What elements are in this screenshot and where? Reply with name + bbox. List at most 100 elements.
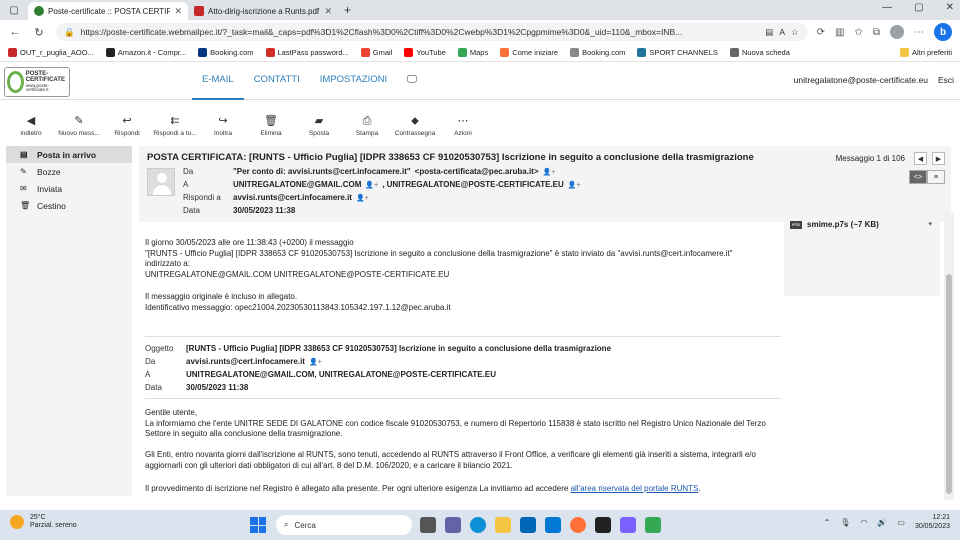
chevron-up-icon[interactable]: ⌃ (824, 518, 831, 527)
add-contact-icon[interactable]: 👤+ (356, 194, 369, 202)
reply-all-button[interactable]: ⇇ Rispondi a tu... (152, 115, 198, 137)
back-arrow-icon[interactable]: ← (8, 26, 22, 38)
nav-contacts[interactable]: CONTATTI (244, 63, 310, 100)
bookmark-item[interactable]: Maps (457, 48, 488, 57)
folder-inbox[interactable]: ▤ Posta in arrivo (6, 146, 132, 163)
aa-icon[interactable]: A (779, 27, 785, 37)
taskbar-search[interactable]: ⌕ Cerca (276, 515, 412, 535)
reply-to-address[interactable]: avvisi.runts@cert.infocamere.it (233, 193, 352, 202)
nav-settings[interactable]: IMPOSTAZIONI (310, 63, 397, 100)
attachment-item[interactable]: P7S smime.p7s (~7 KB) (790, 220, 879, 229)
back-circle-icon: ◀ (26, 115, 36, 127)
windows-start-icon[interactable] (250, 517, 266, 533)
maximize-icon[interactable]: ▢ (914, 2, 923, 13)
body-scrollbar[interactable] (944, 212, 954, 500)
inner-date: Data 30/05/2023 11:38 (145, 383, 249, 392)
reply-button[interactable]: ↩ Rispondi (104, 115, 150, 137)
edge-icon[interactable] (470, 517, 486, 533)
runts-portal-link[interactable]: all'area riservata del portale RUNTS (571, 484, 699, 493)
bookmark-item[interactable]: Come iniziare (500, 48, 558, 57)
close-icon[interactable]: ✕ (324, 6, 332, 17)
folder-trash[interactable]: 🗑 Cestino (6, 197, 132, 214)
to-address-2[interactable]: , UNITREGALATONE@POSTE-CERTIFICATE.EU (382, 180, 564, 189)
nav-email[interactable]: E-MAIL (192, 63, 244, 100)
bookmark-item[interactable]: Booking.com (198, 48, 254, 57)
star-icon[interactable]: ☆ (791, 27, 799, 38)
new-tab-plus-icon[interactable]: + (338, 3, 357, 17)
media-icon[interactable] (620, 517, 636, 533)
monitor-icon[interactable]: 🖵 (397, 63, 427, 100)
reader-icon[interactable]: ▤ (765, 27, 773, 38)
firefox-icon[interactable] (570, 517, 586, 533)
print-button[interactable]: ⎙ Stampa (344, 115, 390, 137)
split-screen-icon[interactable]: ▥ (835, 27, 844, 38)
greeting: Gentile utente, (145, 408, 198, 417)
amazon-icon[interactable] (595, 517, 611, 533)
volume-icon[interactable]: 🔊 (877, 518, 887, 527)
wifi-icon[interactable]: ◠ (860, 518, 867, 527)
folder-sent[interactable]: ✉ Inviata (6, 180, 132, 197)
from-address[interactable]: <posta-certificata@pec.aruba.it> (415, 167, 539, 176)
add-contact-icon[interactable]: 👤+ (309, 358, 322, 366)
add-contact-icon[interactable]: 👤+ (568, 181, 581, 189)
actions-button[interactable]: ⋯ Azioni (440, 115, 486, 137)
collections-icon[interactable]: ⧉ (873, 27, 880, 38)
compose-button[interactable]: ✎ Nuovo mess... (56, 115, 102, 137)
microphone-icon[interactable]: 🎙 (840, 518, 850, 527)
logo-icon (7, 71, 24, 93)
move-button[interactable]: ▰ Sposta (296, 115, 342, 137)
logout-link[interactable]: Esci (938, 75, 954, 85)
store-icon[interactable] (520, 517, 536, 533)
prev-message-button[interactable]: ◀ (914, 152, 927, 165)
profile-avatar[interactable] (890, 25, 904, 39)
code-view-icon[interactable]: <> (909, 170, 927, 184)
bookmark-item[interactable]: Booking.com (570, 48, 625, 57)
tab-poste-certificate[interactable]: Poste-certificate :: POSTA CERTIF ✕ (28, 2, 188, 20)
mark-button[interactable]: ⬥ Contrassegna (392, 115, 438, 137)
bookmark-item[interactable]: SPORT CHANNELS (637, 48, 718, 57)
inbox-icon: ▤ (20, 150, 28, 159)
scrollbar-thumb[interactable] (946, 274, 952, 494)
logo[interactable]: POSTE-CERTIFICATE www.poste-certificate.… (4, 67, 70, 97)
next-message-button[interactable]: ▶ (932, 152, 945, 165)
bookmark-item[interactable]: Gmail (360, 48, 392, 57)
bookmark-item[interactable]: YouTube (404, 48, 446, 57)
forward-button[interactable]: ↪ Inoltra (200, 115, 246, 137)
bookmark-item[interactable]: Amazon.it - Compr... (105, 48, 186, 57)
clock[interactable]: 12:21 30/05/2023 (915, 514, 950, 532)
delete-button[interactable]: 🗑 Elimina (248, 115, 294, 137)
close-window-icon[interactable]: ✕ (946, 2, 954, 13)
favorites-icon[interactable]: ✩ (854, 27, 862, 38)
add-contact-icon[interactable]: 👤+ (543, 168, 556, 176)
battery-icon[interactable]: ▭ (897, 518, 905, 527)
minimize-icon[interactable]: — (882, 2, 892, 13)
folder-icon (899, 48, 909, 57)
app-icon[interactable] (645, 517, 661, 533)
back-button[interactable]: ◀ indietro (8, 115, 54, 137)
mail-icon[interactable] (545, 517, 561, 533)
weather-widget[interactable]: 25°C Parzial. sereno (10, 514, 77, 531)
task-view-icon[interactable] (420, 517, 436, 533)
to-address-1[interactable]: UNITREGALATONE@GMAIL.COM (233, 180, 361, 189)
other-favorites[interactable]: Altri preferiti (899, 48, 952, 57)
tab-actions-icon[interactable]: ▢ (0, 5, 28, 16)
add-contact-icon[interactable]: 👤+ (365, 181, 378, 189)
url-field[interactable]: 🔒 https://poste-certificate.webmailpec.i… (56, 23, 807, 41)
extensions-icon[interactable]: ⟳ (817, 27, 825, 38)
attachment-panel: P7S smime.p7s (~7 KB) ▾ (784, 212, 940, 296)
bookmark-item[interactable]: LastPass password... (265, 48, 349, 57)
bing-icon[interactable]: b (934, 23, 952, 41)
list-view-icon[interactable]: ≡ (927, 170, 945, 184)
teams-icon[interactable] (445, 517, 461, 533)
chevron-down-icon[interactable]: ▾ (928, 220, 932, 228)
folder-drafts[interactable]: ✎ Bozze (6, 163, 132, 180)
close-icon[interactable]: ✕ (174, 6, 182, 17)
bookmark-item[interactable]: Nuova scheda (729, 48, 790, 57)
more-icon[interactable]: ⋯ (914, 27, 924, 38)
from-name[interactable]: "Per conto di: avvisi.runts@cert.infocam… (233, 167, 411, 176)
file-explorer-icon[interactable] (495, 517, 511, 533)
tab-pdf[interactable]: Atto-dirig-iscrizione a Runts.pdf ✕ (188, 2, 338, 20)
bookmark-item[interactable]: OUT_r_puglia_AOO... (8, 48, 94, 57)
refresh-icon[interactable]: ↻ (32, 26, 46, 39)
windows-taskbar: 25°C Parzial. sereno ⌕ Cerca ⌃ 🎙 ◠ 🔊 ▭ 1… (0, 510, 960, 540)
